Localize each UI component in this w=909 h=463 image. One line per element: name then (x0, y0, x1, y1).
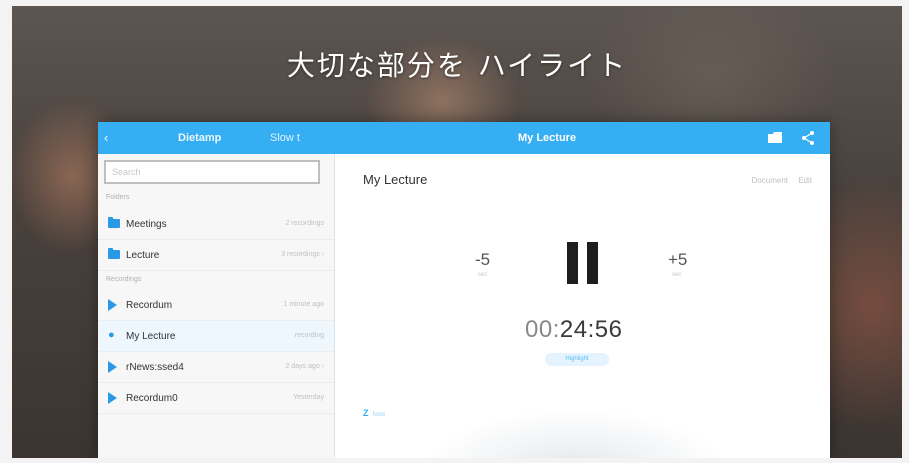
document-tools[interactable]: Document Edit (752, 176, 812, 185)
marker-text: Note (372, 412, 386, 418)
recording-title: My Lecture (363, 172, 428, 187)
list-item[interactable]: Recordum 1 minute ago (98, 290, 334, 321)
sidebar-item-meta: 3 recordings › (281, 251, 324, 258)
recording-meta: 2 days ago › (285, 363, 324, 370)
skip-back-button[interactable]: -5 (475, 250, 490, 270)
elapsed-timer: 00:24:56 (525, 316, 622, 344)
person-icon: ● (108, 329, 115, 341)
skip-forward-button[interactable]: +5 (668, 250, 687, 270)
sidebar-item-label: Lecture (126, 250, 160, 261)
timer-hours: 00: (525, 316, 560, 343)
sidebar-nav: ‹ Dietamp Slow t (98, 122, 322, 154)
highlight-button[interactable]: Highlight (545, 353, 609, 366)
sidebar-title: Dietamp (178, 132, 222, 144)
recording-meta: Yesterday (293, 394, 324, 401)
pause-button[interactable] (567, 242, 599, 284)
sidebar-item-meta: 2 recordings (285, 220, 324, 227)
sidebar-item-meetings[interactable]: Meetings 2 recordings (98, 209, 334, 240)
promo-headline: 大切な部分を ハイライト (286, 49, 628, 82)
marker-label: Z (363, 408, 369, 418)
recording-name: Recordum0 (126, 393, 178, 404)
page-title: My Lecture (518, 132, 577, 144)
pause-icon (567, 242, 578, 284)
skip-forward-unit: sec (672, 272, 682, 278)
list-item-selected[interactable]: ● My Lecture recording (98, 321, 334, 352)
sidebar-action-button[interactable]: Slow t (270, 132, 300, 144)
pause-icon (587, 242, 598, 284)
sidebar-item-label: Meetings (126, 219, 167, 230)
promo-background: 大切な部分を ハイライト ‹ Dietamp Slow t My Lecture… (12, 6, 902, 458)
recording-name: rNews:ssed4 (126, 362, 184, 373)
timer-minutes-seconds: 24:56 (559, 316, 623, 343)
recording-meta: recording (294, 332, 324, 339)
recording-name: Recordum (126, 300, 173, 311)
section-label-recordings: Recordings (106, 276, 142, 283)
note-marker[interactable]: Z Note (363, 408, 385, 418)
navigation-bar: ‹ Dietamp Slow t My Lecture (98, 122, 830, 154)
sidebar-item-lecture[interactable]: Lecture 3 recordings › (98, 240, 334, 271)
list-item[interactable]: Recordum0 Yesterday (98, 383, 334, 414)
search-input[interactable]: Search (104, 160, 320, 184)
folder-icon (108, 248, 120, 259)
folder-icon (108, 217, 120, 228)
list-item[interactable]: rNews:ssed4 2 days ago › (98, 352, 334, 383)
waveform (375, 378, 775, 458)
section-label-folders: Folders (106, 194, 130, 201)
player-panel: My Lecture Document Edit -5 sec +5 sec 0… (335, 154, 830, 458)
recording-name: My Lecture (126, 331, 176, 342)
play-icon (108, 299, 117, 311)
skip-back-unit: sec (478, 272, 488, 278)
back-button[interactable]: ‹ (104, 130, 108, 145)
app-window: ‹ Dietamp Slow t My Lecture Search Folde… (98, 122, 830, 458)
folder-icon[interactable] (768, 132, 782, 143)
play-icon (108, 361, 117, 373)
share-icon[interactable] (800, 130, 816, 146)
sidebar: Search Folders Meetings 2 recordings Lec… (98, 154, 335, 458)
recording-meta: 1 minute ago (283, 301, 324, 308)
play-icon (108, 392, 117, 404)
